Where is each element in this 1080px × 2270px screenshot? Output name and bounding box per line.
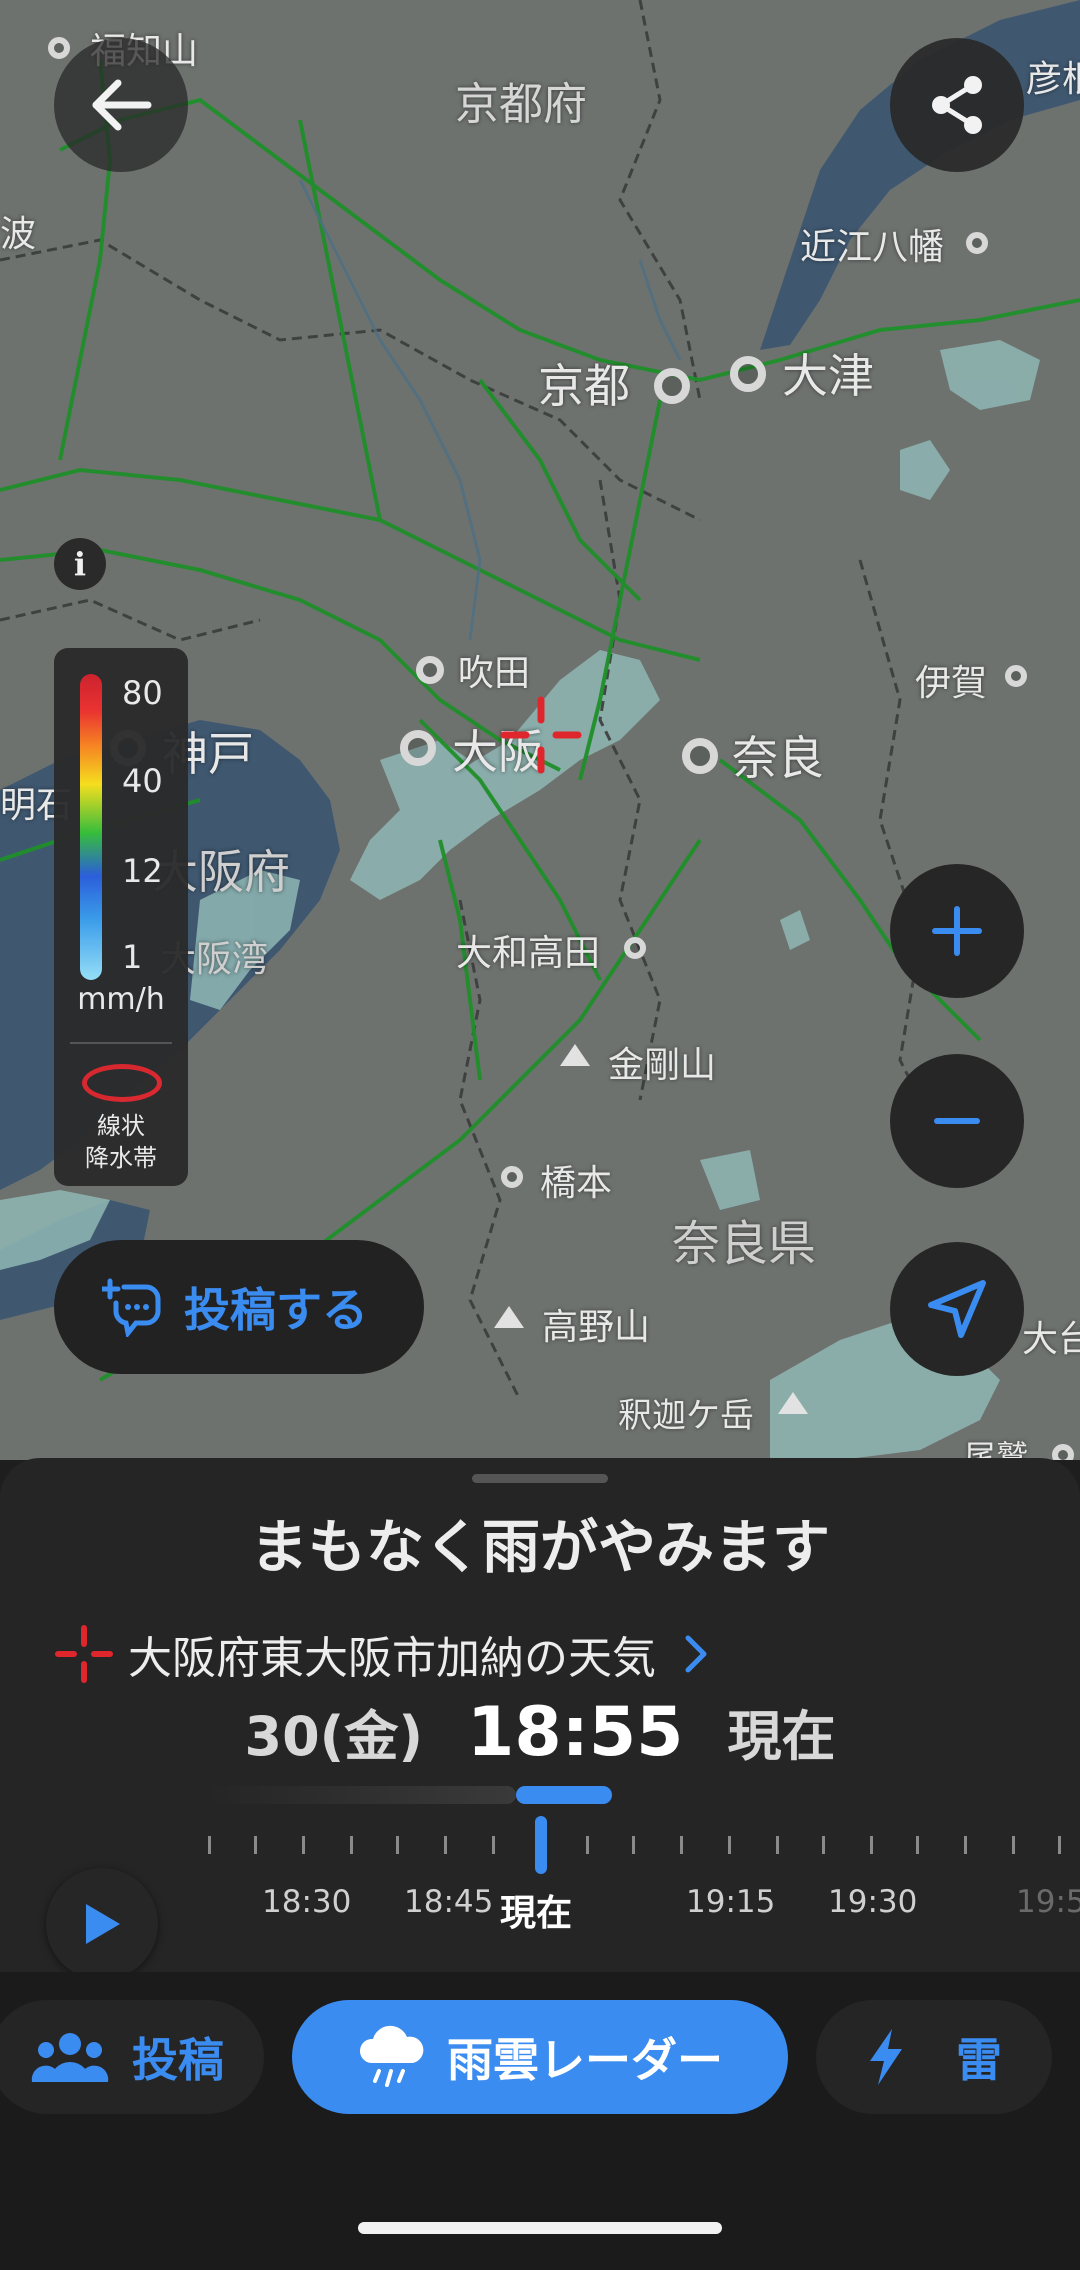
tab-rain-radar[interactable]: 雨雲レーダー xyxy=(292,2000,788,2114)
forecast-now-label: 現在 xyxy=(727,1705,836,1768)
post-report-button[interactable]: 投稿する xyxy=(54,1240,424,1374)
place-shakagatake: 釈迦ケ岳 xyxy=(618,1396,754,1436)
nara-marker xyxy=(682,738,718,774)
back-arrow-icon xyxy=(92,79,152,131)
place-koyasan: 高野山 xyxy=(542,1307,651,1348)
timeline-label-1945: 19:5 xyxy=(1016,1884,1080,1920)
iga-marker xyxy=(1005,665,1027,687)
omihachiman-marker xyxy=(966,232,988,254)
timeline-past-strip xyxy=(206,1786,516,1804)
home-indicator xyxy=(358,2222,722,2234)
rain-forecast-headline: まもなく雨がやみます xyxy=(249,1513,830,1581)
legend-value-80: 80 xyxy=(122,674,163,712)
zoom-out-button[interactable] xyxy=(890,1054,1024,1188)
owase-marker xyxy=(1052,1444,1074,1460)
crosshair-icon xyxy=(55,1625,113,1683)
shakagatake-mountain-icon xyxy=(778,1392,808,1414)
place-hashimoto: 橋本 xyxy=(540,1163,613,1204)
hashimoto-marker xyxy=(501,1166,523,1188)
timeline-label-1830: 18:30 xyxy=(262,1884,352,1920)
precip-legend: 80 40 12 1 mm/h 線状 降水帯 xyxy=(54,648,188,1186)
location-arrow-icon xyxy=(928,1280,986,1338)
place-nara: 奈良 xyxy=(732,731,824,785)
bottom-navigation: 投稿 雨雲レーダー 雷 xyxy=(0,1972,1080,2270)
zoom-out-icon xyxy=(934,1118,980,1124)
legend-band-label-2: 降水帯 xyxy=(85,1144,157,1172)
place-kongosan: 金剛山 xyxy=(608,1045,717,1086)
share-button[interactable] xyxy=(890,38,1024,172)
place-yamatotakada: 大和高田 xyxy=(456,933,601,974)
play-icon xyxy=(86,1904,120,1944)
location-name: 大阪府東大阪市加納の天気 xyxy=(128,1633,656,1684)
timeline-label-1845: 18:45 xyxy=(404,1884,494,1920)
legend-divider xyxy=(70,1042,172,1044)
radar-map[interactable]: 福知山 京都府 彦根 近江八幡 京都 大津 波 吹田 伊賀 神戸 明石 大阪 奈… xyxy=(0,0,1080,1460)
tab-thunder-label: 雷 xyxy=(956,2033,1002,2087)
place-otsu: 大津 xyxy=(782,349,874,403)
people-icon xyxy=(31,2033,109,2082)
timeline-current-indicator[interactable] xyxy=(535,1816,547,1874)
place-ha: 波 xyxy=(0,214,37,255)
current-location-button[interactable] xyxy=(890,1242,1024,1376)
otsu-marker xyxy=(730,356,766,392)
fukuchiyama-marker xyxy=(48,37,70,59)
legend-value-12: 12 xyxy=(122,852,163,890)
timeline-label-1930: 19:30 xyxy=(828,1884,918,1920)
play-button[interactable] xyxy=(46,1868,158,1980)
timeline-label-1915: 19:15 xyxy=(686,1884,776,1920)
crosshair-icon xyxy=(500,696,582,774)
forecast-timestamp: 30(金) 18:55 現在 xyxy=(0,1692,1080,1772)
legend-value-40: 40 xyxy=(122,762,163,800)
info-button[interactable]: i xyxy=(54,538,106,590)
legend-band-label-1: 線状 xyxy=(97,1112,145,1140)
place-kyoto: 京都 xyxy=(538,359,630,413)
yamatotakada-marker xyxy=(624,937,646,959)
place-owase: 尾鷲 xyxy=(964,1438,1029,1460)
lightning-icon xyxy=(870,2029,902,2085)
post-report-label: 投稿する xyxy=(184,1283,368,1337)
place-omihachiman: 近江八幡 xyxy=(800,227,945,268)
tab-post-label: 投稿 xyxy=(132,2033,224,2087)
osaka-marker xyxy=(400,730,436,766)
timeline-label-now: 現在 xyxy=(500,1893,573,1934)
timeline-forecast-strip xyxy=(516,1786,612,1804)
location-link[interactable]: 大阪府東大阪市加納の天気 xyxy=(54,1622,708,1686)
place-hikone: 彦根 xyxy=(1026,59,1080,100)
rain-cloud-icon xyxy=(359,2025,424,2087)
tab-post[interactable]: 投稿 xyxy=(0,2000,264,2114)
share-icon xyxy=(932,76,982,134)
place-ohdai: 大台 xyxy=(1022,1319,1080,1360)
chevron-right-icon xyxy=(685,1635,707,1673)
kongosan-mountain-icon xyxy=(560,1044,590,1066)
legend-unit: mm/h xyxy=(77,982,165,1017)
linear-rain-band-icon xyxy=(82,1064,162,1102)
place-kyotofu: 京都府 xyxy=(455,79,587,130)
forecast-time: 18:55 xyxy=(467,1693,684,1772)
back-button[interactable] xyxy=(54,38,188,172)
suita-marker xyxy=(416,656,444,684)
zoom-in-button[interactable] xyxy=(890,864,1024,998)
legend-color-bar xyxy=(80,674,102,980)
koyasan-mountain-icon xyxy=(494,1306,524,1328)
sheet-drag-handle[interactable] xyxy=(472,1474,608,1483)
post-chat-icon xyxy=(102,1278,161,1337)
tab-thunder[interactable]: 雷 xyxy=(816,2000,1052,2114)
place-suita: 吹田 xyxy=(458,653,531,694)
legend-value-1: 1 xyxy=(122,938,143,976)
kyoto-marker xyxy=(654,368,690,404)
tab-rain-radar-label: 雨雲レーダー xyxy=(447,2033,723,2087)
place-naraken: 奈良県 xyxy=(672,1216,817,1272)
place-iga: 伊賀 xyxy=(915,663,988,704)
info-icon: i xyxy=(73,545,87,583)
forecast-date: 30(金) xyxy=(244,1705,424,1768)
zoom-in-icon xyxy=(932,906,982,956)
